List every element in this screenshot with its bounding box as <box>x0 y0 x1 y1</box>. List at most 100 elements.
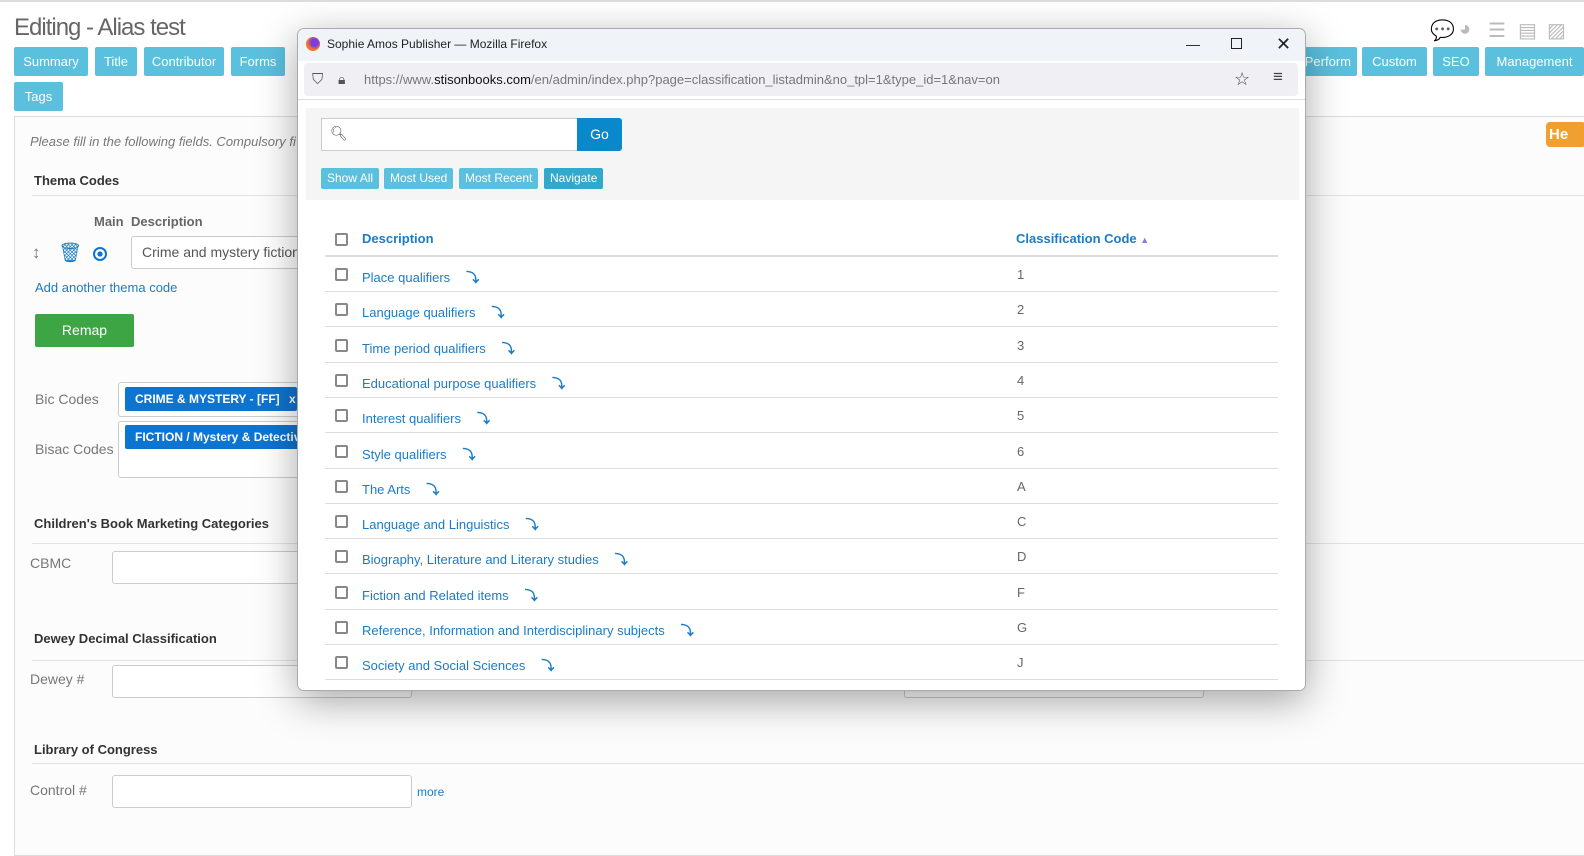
trash-icon[interactable]: 🗑 <box>58 241 82 265</box>
row-description-link[interactable]: Language qualifiers ⤵ <box>362 302 505 321</box>
row-description-link[interactable]: Place qualifiers ⤵ <box>362 267 479 286</box>
row-code: J <box>1017 655 1024 671</box>
table-row: Time period qualifiers ⤵ 3 <box>325 328 1278 363</box>
shield-icon[interactable]: ⛉ <box>312 63 323 96</box>
tab-forms[interactable]: Forms <box>231 47 285 76</box>
row-description-link[interactable]: Fiction and Related items ⤵ <box>362 585 538 604</box>
col-code-label: Classification Code <box>1016 231 1137 246</box>
url-domain: stisonbooks.com <box>434 72 531 87</box>
row-description-link[interactable]: Reference, Information and Interdiscipli… <box>362 620 694 639</box>
dashboard-icon[interactable]: ◕ <box>1459 18 1471 41</box>
row-checkbox[interactable] <box>335 303 348 317</box>
row-checkbox[interactable] <box>335 621 348 634</box>
row-checkbox[interactable] <box>335 409 348 423</box>
row-description-link[interactable]: Biography, Literature and Literary studi… <box>362 549 628 568</box>
maximize-icon[interactable] <box>1231 38 1242 49</box>
tab-title[interactable]: Title <box>95 47 137 76</box>
dewey-label: Dewey # <box>30 671 85 687</box>
drill-down-arrow-icon[interactable]: ⤵ <box>552 376 565 391</box>
row-description-link[interactable]: The Arts ⤵ <box>362 479 439 498</box>
select-all-checkbox[interactable] <box>335 233 348 246</box>
go-button[interactable]: Go <box>577 118 622 151</box>
lock-icon[interactable]: 🔒︎ <box>338 63 345 96</box>
row-code: 3 <box>1017 337 1025 353</box>
row-description-link[interactable]: Language and Linguistics ⤵ <box>362 514 538 533</box>
tab-summary[interactable]: Summary <box>14 47 88 76</box>
tab-contributor[interactable]: Contributor <box>144 47 224 76</box>
control-input[interactable] <box>112 775 412 808</box>
url-text[interactable]: https://www.stisonbooks.com/en/admin/ind… <box>364 63 1000 96</box>
drill-down-arrow-icon[interactable]: ⤵ <box>615 552 628 567</box>
tab-custom[interactable]: Custom <box>1362 47 1427 76</box>
drag-handle-icon[interactable]: ↕ <box>32 243 41 263</box>
thema-heading: Thema Codes <box>34 173 120 188</box>
drill-down-arrow-icon[interactable]: ⤵ <box>463 447 476 462</box>
drill-down-arrow-icon[interactable]: ⤵ <box>541 658 554 673</box>
most-used-button[interactable]: Most Used <box>384 168 454 189</box>
row-description: Educational purpose qualifiers <box>362 375 537 391</box>
row-checkbox[interactable] <box>335 268 348 281</box>
drill-down-arrow-icon[interactable]: ⤵ <box>502 341 515 356</box>
row-code: A <box>1017 478 1026 494</box>
row-description: Biography, Literature and Literary studi… <box>362 552 599 568</box>
col-code-header[interactable]: Classification Code ▲ <box>1016 231 1149 246</box>
col-description-header[interactable]: Description <box>362 231 434 246</box>
image-icon[interactable]: ▨ <box>1547 18 1566 43</box>
row-description: Style qualifiers <box>362 446 447 462</box>
menu-icon[interactable]: ≡ <box>1273 67 1283 87</box>
loc-heading: Library of Congress <box>34 742 158 757</box>
url-bar[interactable]: ⛉ 🔒︎ https://www.stisonbooks.com/en/admi… <box>304 63 1298 96</box>
drill-down-arrow-icon[interactable]: ⤵ <box>426 482 439 497</box>
row-checkbox[interactable] <box>335 515 348 529</box>
row-code: 5 <box>1017 408 1025 424</box>
remap-button[interactable]: Remap <box>35 314 134 347</box>
drill-down-arrow-icon[interactable]: ⤵ <box>466 270 479 285</box>
row-checkbox[interactable] <box>335 373 348 387</box>
search-icon: 🔍︎ <box>330 125 348 141</box>
tab-seo[interactable]: SEO <box>1433 47 1479 76</box>
drill-down-arrow-icon[interactable]: ⤵ <box>525 517 538 532</box>
row-checkbox[interactable] <box>335 444 348 458</box>
minimize-icon[interactable]: — <box>1186 29 1200 59</box>
more-link[interactable]: more <box>417 785 444 799</box>
row-description-link[interactable]: Time period qualifiers ⤵ <box>362 338 515 357</box>
form-note: Please fill in the following fields. Com… <box>30 134 296 149</box>
drill-down-arrow-icon[interactable]: ⤵ <box>525 588 538 603</box>
thema-description-input[interactable]: Crime and mystery fiction <box>131 236 311 269</box>
drill-down-arrow-icon[interactable]: ⤵ <box>477 411 490 426</box>
comments-icon[interactable]: 💬 <box>1430 18 1455 43</box>
drill-down-arrow-icon[interactable]: ⤵ <box>491 305 504 320</box>
archive-icon[interactable]: ▤ <box>1518 18 1537 43</box>
row-code: 4 <box>1017 372 1025 388</box>
bookmark-star-icon[interactable]: ☆ <box>1234 63 1250 96</box>
navigate-button[interactable]: Navigate <box>544 168 604 189</box>
tab-management[interactable]: Management <box>1485 47 1584 76</box>
row-checkbox[interactable] <box>335 550 348 564</box>
help-button[interactable]: He <box>1546 122 1584 147</box>
drill-down-arrow-icon[interactable]: ⤵ <box>681 623 694 638</box>
row-description-link[interactable]: Educational purpose qualifiers ⤵ <box>362 373 565 392</box>
row-description-link[interactable]: Interest qualifiers ⤵ <box>362 408 490 427</box>
bisac-chip: FICTION / Mystery & Detective <box>125 425 315 449</box>
table-row: Language qualifiers ⤵ 2 <box>325 292 1278 328</box>
search-input[interactable]: 🔍︎ <box>321 118 578 151</box>
row-checkbox[interactable] <box>335 585 348 599</box>
show-all-button[interactable]: Show All <box>321 168 380 189</box>
chip-remove-icon[interactable]: x <box>289 392 296 406</box>
close-icon[interactable]: ✕ <box>1276 29 1291 59</box>
row-description: Interest qualifiers <box>362 411 461 427</box>
row-code: D <box>1017 549 1027 565</box>
most-recent-button[interactable]: Most Recent <box>459 168 539 189</box>
list-icon[interactable]: ☰ <box>1488 18 1506 43</box>
main-radio[interactable] <box>93 247 107 261</box>
row-description-link[interactable]: Style qualifiers ⤵ <box>362 444 476 463</box>
row-checkbox[interactable] <box>335 656 348 670</box>
cbmc-label: CBMC <box>30 555 72 571</box>
table-row: Educational purpose qualifiers ⤵ 4 <box>325 363 1278 398</box>
row-checkbox[interactable] <box>335 479 348 493</box>
row-description-link[interactable]: Society and Social Sciences ⤵ <box>362 655 554 674</box>
row-checkbox[interactable] <box>335 338 348 352</box>
col-main: Main <box>94 214 124 229</box>
tab-tags[interactable]: Tags <box>14 82 63 111</box>
add-thema-link[interactable]: Add another thema code <box>35 280 177 295</box>
